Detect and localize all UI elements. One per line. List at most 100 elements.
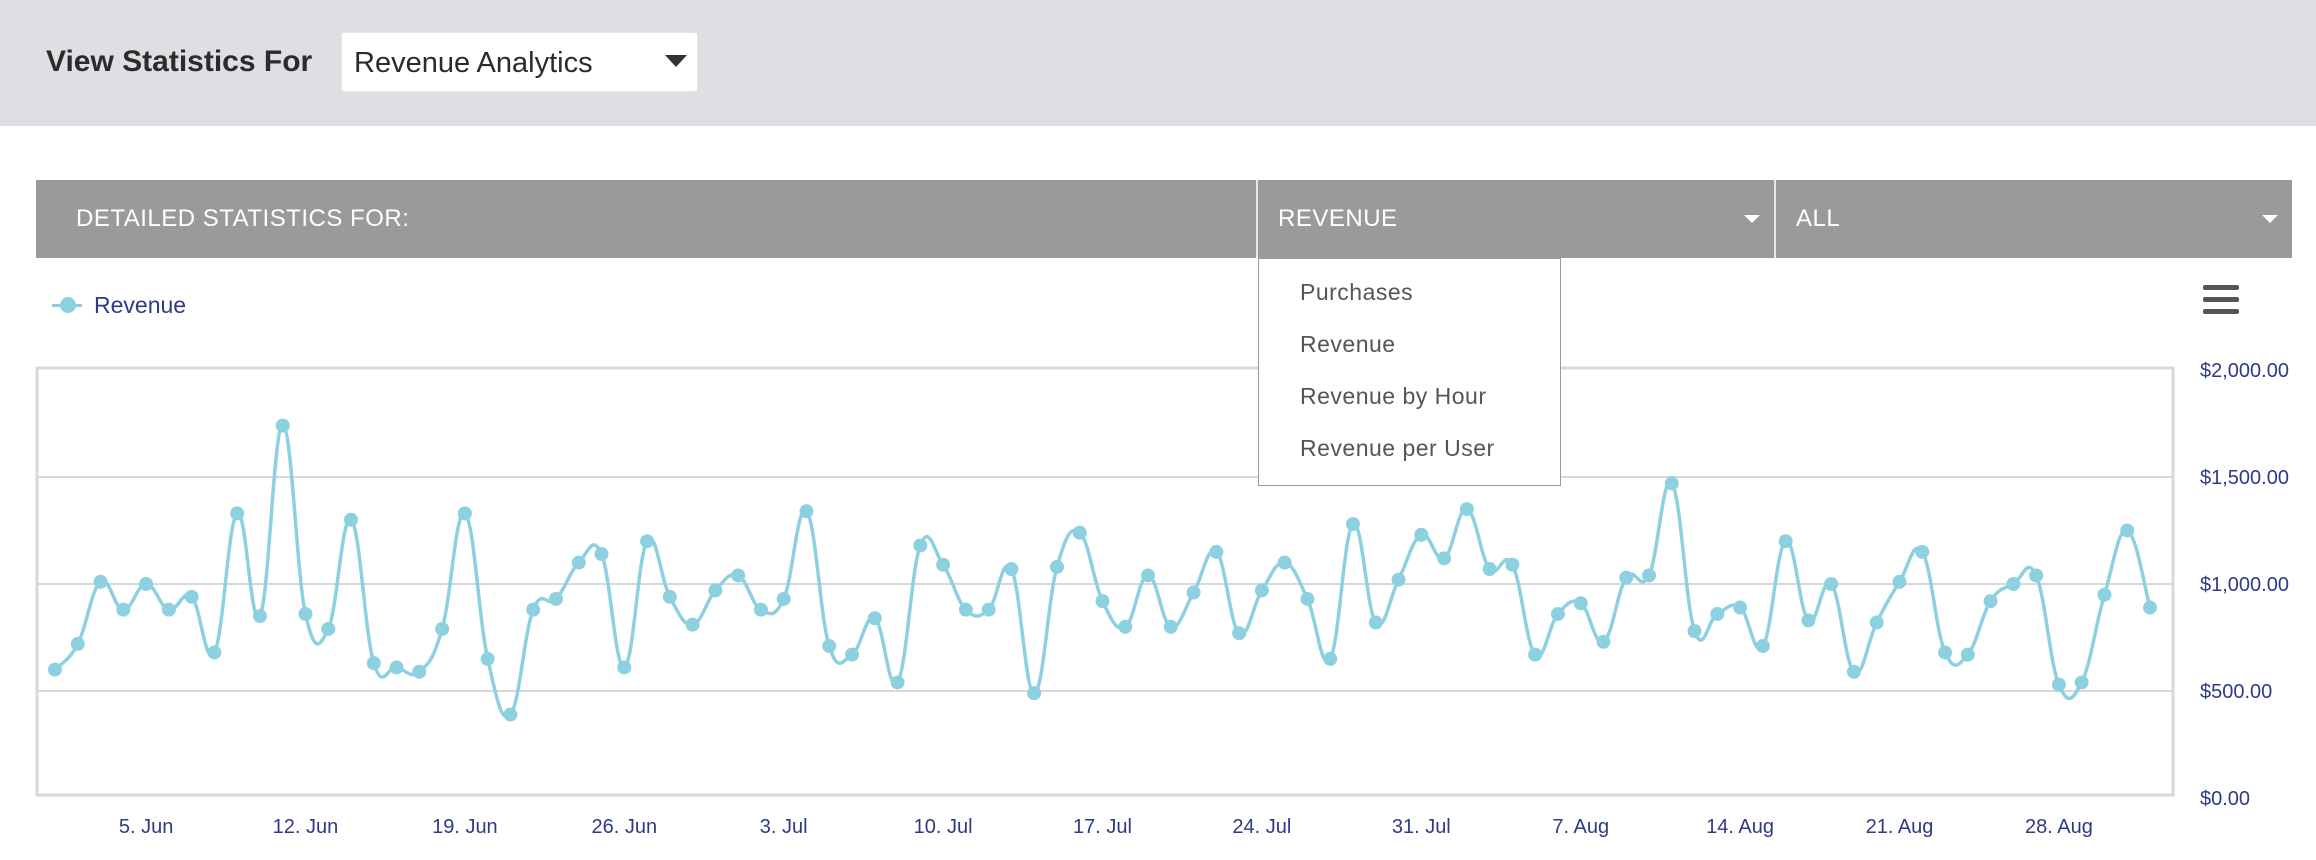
data-point[interactable] — [2074, 675, 2089, 690]
data-point[interactable] — [1778, 534, 1793, 549]
menu-item-revenue-per-user[interactable]: Revenue per User — [1300, 433, 1495, 463]
data-point[interactable] — [548, 591, 563, 606]
data-point[interactable] — [1254, 583, 1269, 598]
data-point[interactable] — [958, 602, 973, 617]
data-point[interactable] — [1163, 619, 1178, 634]
data-point[interactable] — [298, 606, 313, 621]
data-point[interactable] — [1186, 585, 1201, 600]
data-point[interactable] — [161, 602, 176, 617]
data-point[interactable] — [1710, 606, 1725, 621]
data-point[interactable] — [1277, 555, 1292, 570]
grid-lines — [37, 476, 2173, 692]
data-point[interactable] — [435, 621, 450, 636]
data-point[interactable] — [230, 506, 245, 521]
data-point[interactable] — [1300, 591, 1315, 606]
data-point[interactable] — [1846, 664, 1861, 679]
data-point[interactable] — [1528, 647, 1543, 662]
data-point[interactable] — [640, 534, 655, 549]
data-point[interactable] — [1072, 525, 1087, 540]
data-point[interactable] — [594, 547, 609, 562]
data-point[interactable] — [1482, 562, 1497, 577]
data-point[interactable] — [890, 675, 905, 690]
data-point[interactable] — [731, 568, 746, 583]
data-point[interactable] — [207, 645, 222, 660]
data-point[interactable] — [93, 574, 108, 589]
data-point[interactable] — [70, 636, 85, 651]
menu-item-revenue[interactable]: Revenue — [1300, 329, 1396, 359]
data-point[interactable] — [1391, 572, 1406, 587]
data-point[interactable] — [252, 609, 267, 624]
data-point[interactable] — [1960, 647, 1975, 662]
data-point[interactable] — [981, 602, 996, 617]
data-point[interactable] — [1550, 606, 1565, 621]
data-point[interactable] — [799, 504, 814, 519]
data-point[interactable] — [617, 660, 632, 675]
data-point[interactable] — [1323, 651, 1338, 666]
data-point[interactable] — [1596, 634, 1611, 649]
data-point[interactable] — [2029, 568, 2044, 583]
data-point[interactable] — [1345, 517, 1360, 532]
data-point[interactable] — [1755, 639, 1770, 654]
data-point[interactable] — [936, 557, 951, 572]
data-point[interactable] — [1892, 574, 1907, 589]
data-point[interactable] — [2051, 677, 2066, 692]
data-point[interactable] — [776, 591, 791, 606]
data-point[interactable] — [275, 418, 290, 433]
data-point[interactable] — [845, 647, 860, 662]
data-point[interactable] — [457, 506, 472, 521]
data-point[interactable] — [2097, 587, 2112, 602]
data-point[interactable] — [753, 602, 768, 617]
x-tick-label: 28. Aug — [2025, 816, 2093, 838]
data-point[interactable] — [344, 512, 359, 527]
data-point[interactable] — [1642, 568, 1657, 583]
data-point[interactable] — [1619, 570, 1634, 585]
data-point[interactable] — [1869, 615, 1884, 630]
data-point[interactable] — [1049, 559, 1064, 574]
data-point[interactable] — [1573, 596, 1588, 611]
data-point[interactable] — [1368, 615, 1383, 630]
data-point[interactable] — [2120, 523, 2135, 538]
data-point[interactable] — [1459, 502, 1474, 517]
data-point[interactable] — [1437, 551, 1452, 566]
data-point[interactable] — [822, 639, 837, 654]
plot-border — [35, 366, 2175, 797]
data-point[interactable] — [1505, 557, 1520, 572]
data-point[interactable] — [526, 602, 541, 617]
data-point[interactable] — [2143, 600, 2157, 615]
menu-item-revenue-by-hour[interactable]: Revenue by Hour — [1300, 381, 1487, 411]
data-point[interactable] — [1141, 568, 1156, 583]
data-point[interactable] — [139, 577, 154, 591]
data-point[interactable] — [1938, 645, 1953, 660]
data-point[interactable] — [913, 538, 928, 553]
data-point[interactable] — [1027, 686, 1042, 701]
data-point[interactable] — [184, 589, 199, 604]
data-point[interactable] — [1004, 562, 1019, 577]
data-point[interactable] — [389, 660, 404, 675]
data-point[interactable] — [662, 589, 677, 604]
data-point[interactable] — [480, 651, 495, 666]
data-point[interactable] — [685, 617, 700, 632]
data-point[interactable] — [571, 555, 586, 570]
data-point[interactable] — [1915, 544, 1930, 559]
data-point[interactable] — [1687, 624, 1702, 639]
data-point[interactable] — [1801, 613, 1816, 628]
data-point[interactable] — [2006, 577, 2021, 591]
data-point[interactable] — [1664, 476, 1679, 491]
data-point[interactable] — [1824, 577, 1839, 591]
data-point[interactable] — [1232, 626, 1247, 641]
data-point[interactable] — [412, 664, 427, 679]
data-point[interactable] — [1209, 544, 1224, 559]
data-point[interactable] — [1983, 594, 1998, 609]
data-point[interactable] — [708, 583, 723, 598]
data-point[interactable] — [867, 611, 882, 626]
data-point[interactable] — [1414, 527, 1429, 542]
data-point[interactable] — [321, 621, 336, 636]
data-point[interactable] — [1118, 619, 1133, 634]
data-point[interactable] — [503, 707, 518, 722]
data-point[interactable] — [1095, 594, 1110, 609]
data-point[interactable] — [48, 662, 62, 677]
menu-item-purchases[interactable]: Purchases — [1300, 277, 1413, 307]
data-point[interactable] — [366, 656, 381, 671]
data-point[interactable] — [116, 602, 131, 617]
data-point[interactable] — [1733, 600, 1748, 615]
